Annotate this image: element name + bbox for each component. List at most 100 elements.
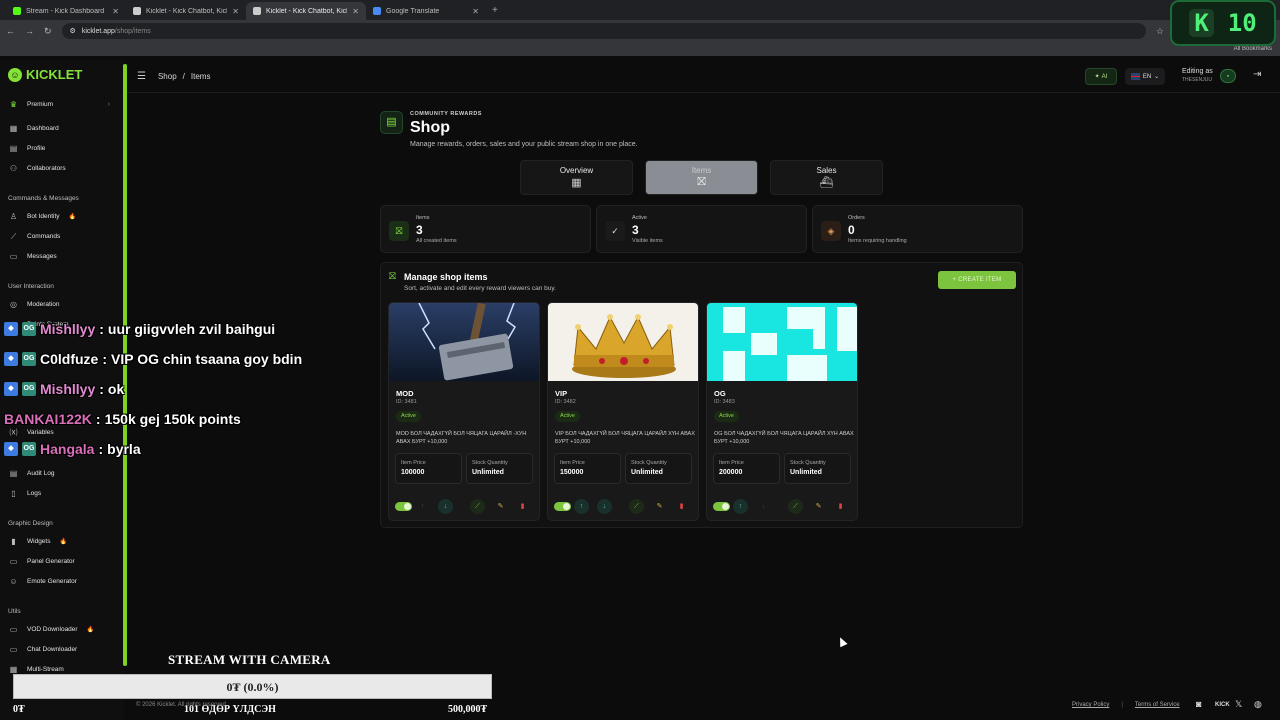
github-icon[interactable]: ◍ — [1254, 699, 1262, 710]
all-bookmarks-link[interactable]: All Bookmarks — [1234, 46, 1272, 52]
stock-quantity-box: Stock Quantity Unlimited — [784, 453, 851, 484]
tab-sales[interactable]: Sales ⛴ — [770, 160, 883, 195]
browser-tab[interactable]: Kicklet - Kick Chatbot, Kick Wi✕ — [126, 2, 246, 20]
browser-tab-bar: Stream - Kick Dashboard ✕ Kicklet - Kick … — [0, 0, 1280, 20]
move-down-icon[interactable]: ↓ — [756, 499, 771, 514]
donation-progress-bar: 0₮ (0.0%) — [13, 674, 492, 699]
vod-icon: ▭ — [9, 624, 18, 634]
create-item-button[interactable]: + CREATE ITEM — [938, 271, 1016, 289]
move-up-icon[interactable]: ↑ — [574, 499, 589, 514]
move-down-icon[interactable]: ↓ — [597, 499, 612, 514]
privacy-policy-link[interactable]: Privacy Policy — [1072, 702, 1109, 708]
stats-chart-icon[interactable]: ⟋ — [470, 499, 485, 514]
gift-icon: ⛝ — [697, 176, 706, 188]
move-up-icon[interactable]: ↑ — [733, 499, 748, 514]
close-tab-icon[interactable]: ✕ — [352, 7, 359, 16]
edit-pencil-icon[interactable]: ✎ — [652, 499, 667, 514]
sidebar-item-emote-generator[interactable]: ☺ Emote Generator — [0, 574, 120, 588]
site-info-icon[interactable]: ⚙ — [70, 27, 76, 35]
stats-chart-icon[interactable]: ⟋ — [788, 499, 803, 514]
ship-icon: ⛴ — [819, 177, 834, 189]
shop-item-card[interactable]: OG ID: 3483 Active OG БОЛ ЧАДАХГҮЙ БОЛ Ч… — [706, 302, 858, 521]
delete-trash-icon[interactable]: ▮ — [674, 499, 689, 514]
stat-orders: ◈ Orders 0 Items requiring handling — [812, 205, 1023, 253]
stock-quantity-box: Stock Quantity Unlimited — [466, 453, 533, 484]
sparkle-icon: ✦ — [1094, 74, 1100, 80]
sidebar-item-moderation[interactable]: ◎ Moderation — [0, 297, 120, 311]
bookmark-star-icon[interactable]: ☆ — [1156, 26, 1164, 37]
box-icon: ◈ — [821, 221, 841, 241]
breadcrumb-items: Items — [190, 71, 211, 81]
message-icon: ▭ — [9, 251, 18, 261]
audit-log-icon: ▤ — [9, 468, 18, 478]
tab-overview[interactable]: Overview ▦ — [520, 160, 633, 195]
stats-chart-icon[interactable]: ⟋ — [629, 499, 644, 514]
sidebar-item-audit-log[interactable]: ▤ Audit Log — [0, 466, 120, 480]
sidebar-item-dashboard[interactable]: ▦ Dashboard — [0, 121, 120, 135]
avatar[interactable]: ● — [1220, 69, 1236, 83]
item-image-og — [707, 303, 857, 381]
chat-download-icon: ▭ — [9, 644, 18, 654]
close-tab-icon[interactable]: ✕ — [472, 7, 479, 16]
reload-icon[interactable]: ↻ — [44, 26, 52, 37]
og-badge-icon: OG — [22, 322, 36, 336]
sidebar-item-profile[interactable]: ▤ Profile — [0, 141, 120, 155]
sidebar-item-commands[interactable]: ⟋ Commands — [0, 229, 120, 243]
sidebar-item-logs[interactable]: ▯ Logs — [0, 486, 120, 500]
item-image-hammer — [389, 303, 539, 381]
item-price-box: Item Price 200000 — [713, 453, 780, 484]
logs-icon: ▯ — [11, 488, 16, 498]
gift-icon: ⛝ — [389, 271, 396, 281]
shop-item-card[interactable]: VIP ID: 3482 Active VIP БОЛ ЧАДАХГҮЙ БОЛ… — [547, 302, 699, 521]
sidebar-section-graphic: Graphic Design — [8, 520, 53, 527]
sidebar-item-chat-downloader[interactable]: ▭ Chat Downloader — [0, 642, 120, 656]
shop-item-card[interactable]: MOD ID: 3481 Active MOD БОЛ ЧАДАХГҮЙ БОЛ… — [388, 302, 540, 521]
sidebar-item-panel-generator[interactable]: ▭ Panel Generator — [0, 554, 120, 568]
sidebar-section-interaction: User Interaction — [8, 283, 54, 290]
breadcrumb-shop[interactable]: Shop — [158, 72, 177, 81]
discord-icon[interactable]: ◙ — [1196, 699, 1201, 709]
url-input[interactable]: ⚙ kicklet.app/shop/items — [61, 23, 1146, 39]
sidebar-item-messages[interactable]: ▭ Messages — [0, 249, 120, 263]
sidebar-item-bot-identity[interactable]: ♙ Bot Identity 🔥 — [0, 209, 120, 223]
language-select[interactable]: EN ⌄ — [1125, 68, 1165, 85]
fire-icon: 🔥 — [59, 538, 67, 545]
active-toggle[interactable] — [713, 502, 730, 511]
status-badge: Active — [714, 411, 739, 422]
shop-eyebrow: COMMUNITY REWARDS — [410, 111, 482, 117]
browser-tab[interactable]: Google Translate ✕ — [366, 2, 486, 20]
sidebar-item-premium[interactable]: ♛ Premium › — [0, 97, 120, 111]
sidebar-item-widgets[interactable]: ▮ Widgets 🔥 — [0, 534, 120, 548]
tab-items[interactable]: Items ⛝ — [645, 160, 758, 195]
og-badge-icon: OG — [22, 442, 36, 456]
delete-trash-icon[interactable]: ▮ — [515, 499, 530, 514]
ai-button[interactable]: ✦ AI — [1085, 68, 1117, 85]
browser-tab[interactable]: Stream - Kick Dashboard ✕ — [6, 2, 126, 20]
edit-pencil-icon[interactable]: ✎ — [811, 499, 826, 514]
back-icon[interactable]: ← — [6, 26, 15, 36]
move-up-icon[interactable]: ↑ — [415, 499, 430, 514]
logout-icon[interactable]: ⇥ — [1253, 69, 1261, 80]
menu-icon[interactable]: ☰ — [137, 71, 146, 82]
kick-icon[interactable]: KICK — [1215, 702, 1230, 708]
sidebar-item-variables[interactable]: ⒳ Variables — [0, 425, 120, 439]
close-tab-icon[interactable]: ✕ — [112, 7, 119, 16]
move-down-icon[interactable]: ↓ — [438, 499, 453, 514]
active-toggle[interactable] — [395, 502, 412, 511]
item-price-box: Item Price 100000 — [395, 453, 462, 484]
sidebar-item-vod-downloader[interactable]: ▭ VOD Downloader 🔥 — [0, 622, 120, 636]
forward-icon[interactable]: → — [25, 26, 34, 36]
active-toggle[interactable] — [554, 502, 571, 511]
delete-trash-icon[interactable]: ▮ — [833, 499, 848, 514]
new-tab-icon[interactable]: + — [492, 2, 498, 20]
kicklet-logo[interactable]: ☺ KICKLET — [0, 60, 124, 89]
terms-of-service-link[interactable]: Terms of Service — [1135, 702, 1180, 708]
close-tab-icon[interactable]: ✕ — [232, 7, 239, 16]
edit-pencil-icon[interactable]: ✎ — [493, 499, 508, 514]
fire-icon: 🔥 — [68, 213, 77, 220]
top-bar: ☰ Shop / Items ✦ AI EN ⌄ Editing as THESENJ… — [127, 60, 1280, 93]
x-icon[interactable]: 𝕏 — [1235, 699, 1242, 710]
browser-tab-active[interactable]: Kicklet - Kick Chatbot, Kick Wi✕ — [246, 2, 366, 20]
stat-active: ✓ Active 3 Visible items — [596, 205, 807, 253]
sidebar-item-collaborators[interactable]: ⚇ Collaborators — [0, 161, 120, 175]
